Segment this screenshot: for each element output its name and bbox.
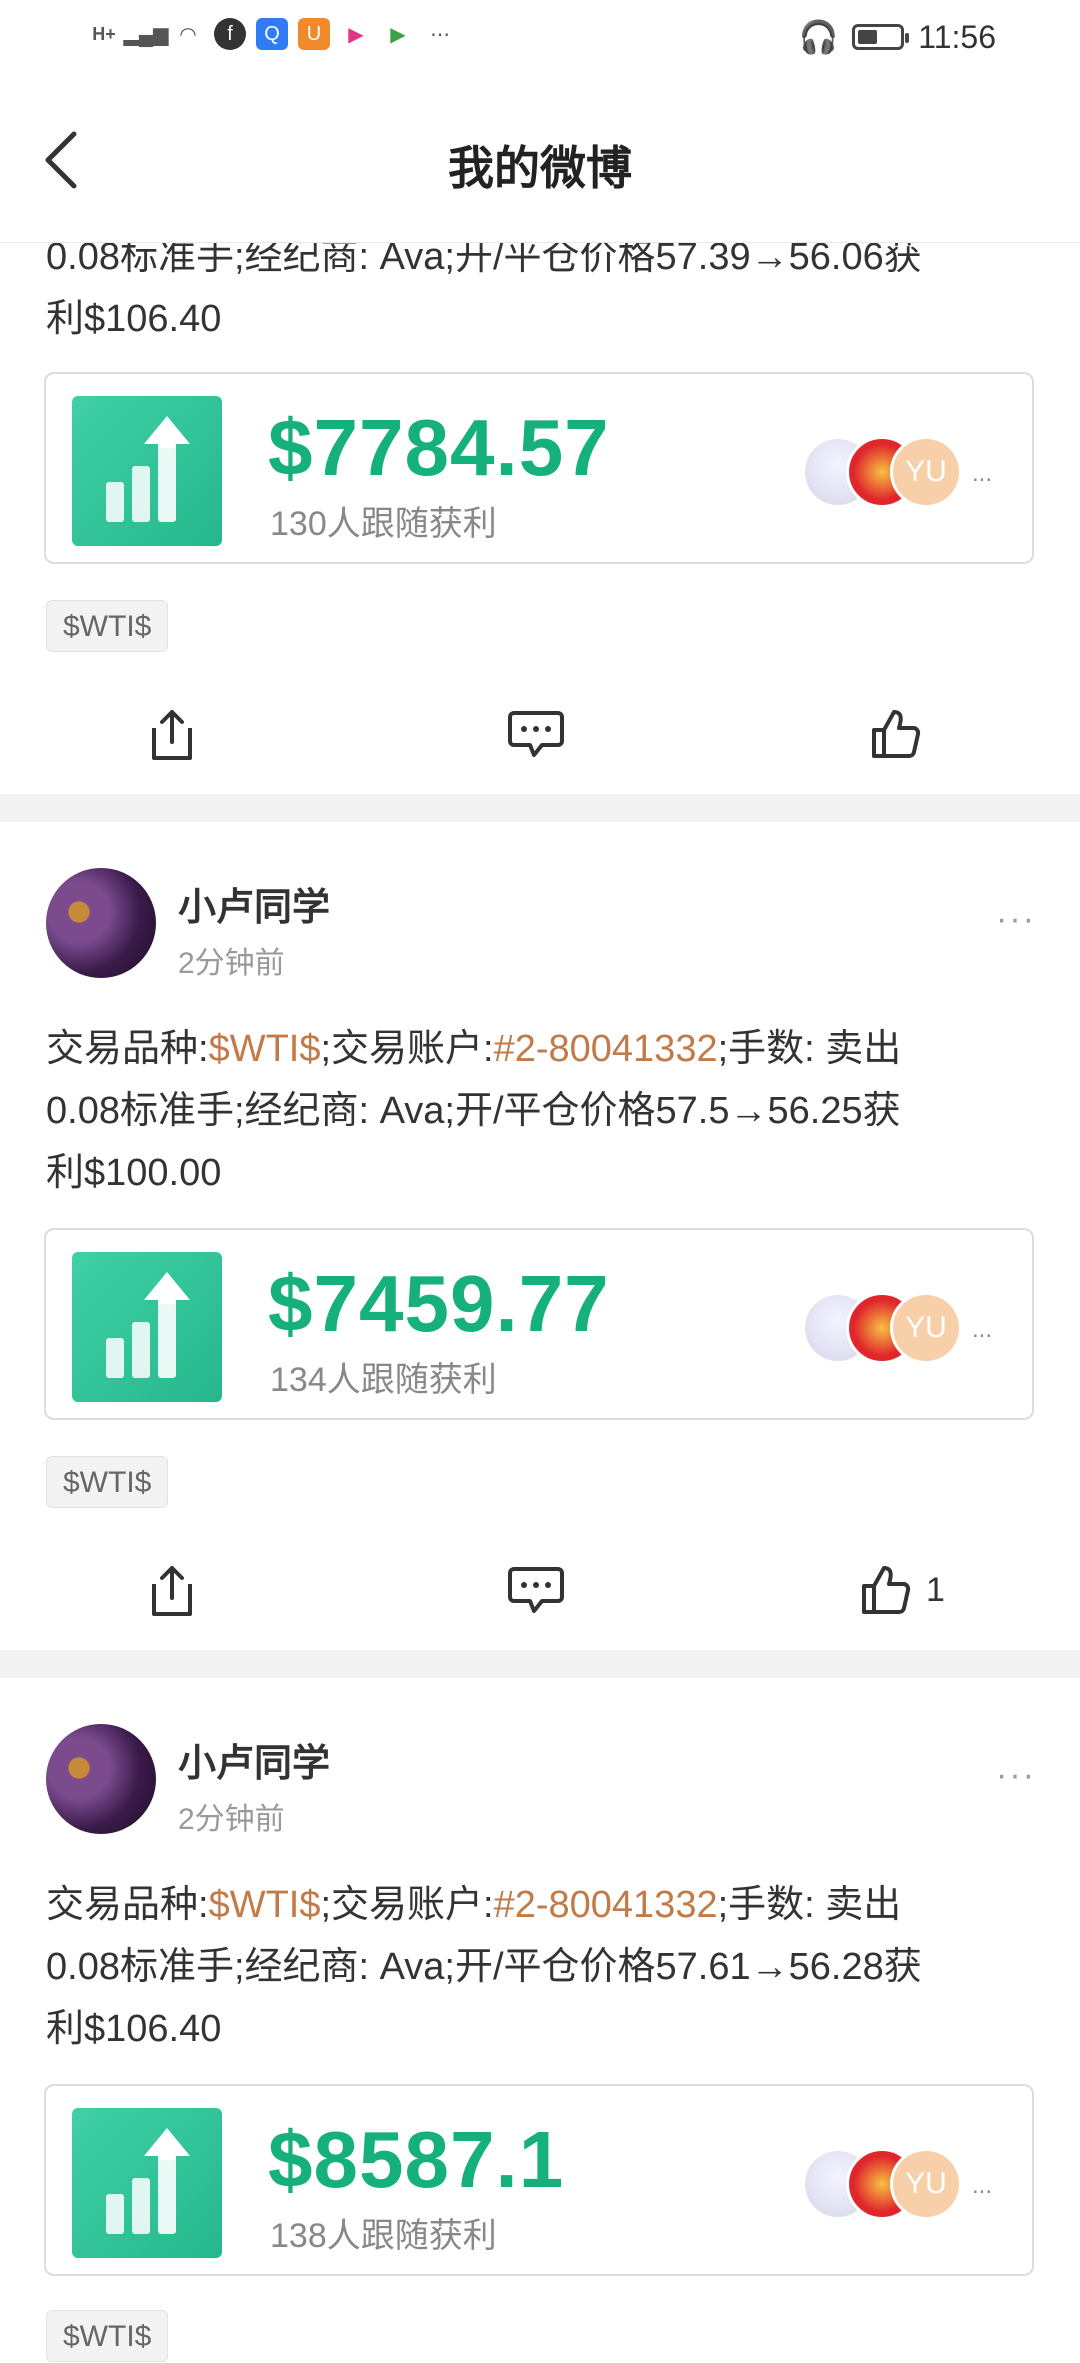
share-icon (152, 710, 192, 760)
comment-button[interactable] (508, 1560, 564, 1620)
post-divider (0, 1650, 1080, 1678)
post-time: 2分钟前 (178, 1803, 285, 1836)
follower-avatars[interactable]: YU (802, 1292, 962, 1364)
battery-icon (852, 24, 910, 50)
follower-avatars[interactable]: YU (802, 2148, 962, 2220)
page-title: 我的微博 (448, 142, 632, 194)
profit-card[interactable]: $8587.1 138人跟随获利 YU ... (44, 2084, 1034, 2276)
like-count: 1 (926, 1570, 945, 1609)
symbol-link[interactable]: $WTI$ (209, 1884, 321, 1926)
comment-icon (508, 711, 564, 757)
topic-tag[interactable]: $WTI$ (46, 1456, 169, 1508)
symbol-link[interactable]: $WTI$ (209, 1028, 321, 1070)
profit-amount: $7459.77 (268, 1259, 610, 1348)
user-name[interactable]: 小卢同学 (178, 876, 330, 931)
app-icon: f (214, 18, 246, 50)
follower-avatars[interactable]: YU (802, 436, 962, 508)
post-text-line: 0.08标准手;经纪商: Ava;开/平仓价格57.61→56.28获 (46, 1946, 922, 1988)
share-button[interactable] (148, 704, 196, 764)
post-text-line: 利$106.40 (46, 298, 222, 340)
wifi-icon: ◠ (179, 23, 197, 46)
avatar: YU (890, 2148, 962, 2220)
more-icon[interactable]: ... (972, 460, 992, 488)
play-icon: ▶ (348, 23, 364, 46)
like-button[interactable]: 1 (860, 1560, 945, 1620)
post-actions: 1 (0, 1540, 1080, 1640)
comment-icon (508, 1567, 564, 1613)
post-text: 0.08标准手;经纪商: Ava;开/平仓价格57.39→56.06获 利$10… (46, 226, 1041, 350)
status-icons-right: 🎧 11:56 (798, 18, 996, 56)
text-segment: 交易品种: (46, 1028, 209, 1070)
chart-up-icon (72, 2108, 222, 2258)
clock: 11:56 (918, 18, 996, 55)
avatar[interactable] (46, 868, 156, 978)
profit-card[interactable]: $7459.77 134人跟随获利 YU ... (44, 1228, 1034, 1420)
text-segment: ;交易账户: (320, 1884, 494, 1926)
like-icon (872, 710, 921, 758)
app-icon: U (298, 18, 330, 50)
avatar: YU (890, 1292, 962, 1364)
post-text-line: 0.08标准手;经纪商: Ava;开/平仓价格57.5→56.25获 (46, 1090, 901, 1132)
more-icon[interactable]: ... (972, 2172, 992, 2200)
post-text: 交易品种:$WTI$;交易账户:#2-80041332;手数: 卖出 0.08标… (46, 1874, 1041, 2060)
text-segment: ;手数: 卖出 (717, 1028, 902, 1070)
account-link[interactable]: #2-80041332 (494, 1884, 718, 1926)
more-icon: ⋯ (430, 23, 450, 46)
video-icon: ▶ (390, 23, 406, 46)
text-segment: ;交易账户: (320, 1028, 494, 1070)
profit-amount: $7784.57 (268, 403, 610, 492)
signal-icon: ▂▄▆ (123, 23, 169, 46)
post-time: 2分钟前 (178, 947, 285, 980)
headset-icon: 🎧 (798, 19, 839, 55)
network-type: H+ (92, 23, 116, 44)
post-more-icon[interactable]: ··· (996, 1756, 1036, 1795)
account-link[interactable]: #2-80041332 (494, 1028, 718, 1070)
post-text-line: 利$100.00 (46, 1152, 222, 1194)
share-button[interactable] (148, 1560, 196, 1620)
follower-count: 134人跟随获利 (270, 1361, 497, 1399)
top-nav: 我的微博 (0, 80, 1080, 243)
share-icon (152, 1566, 192, 1616)
comment-button[interactable] (508, 704, 564, 764)
text-segment: 交易品种: (46, 1884, 209, 1926)
chart-up-icon (72, 1252, 222, 1402)
follower-count: 138人跟随获利 (270, 2217, 497, 2255)
more-icon[interactable]: ... (972, 1316, 992, 1344)
profit-card[interactable]: $7784.57 130人跟随获利 YU ... (44, 372, 1034, 564)
profit-amount: $8587.1 (268, 2115, 565, 2204)
status-bar: H+ ▂▄▆ ◠ f Q U ▶ ▶ ⋯ 🎧 11:56 (0, 0, 1080, 80)
post-text: 交易品种:$WTI$;交易账户:#2-80041332;手数: 卖出 0.08标… (46, 1018, 1041, 1204)
like-icon (862, 1566, 911, 1614)
follower-count: 130人跟随获利 (270, 505, 497, 543)
post-text-line: 交易品种:$WTI$;交易账户:#2-80041332;手数: 卖出 (46, 1018, 1041, 1080)
topic-tag[interactable]: $WTI$ (46, 600, 169, 652)
status-icons-left: H+ ▂▄▆ ◠ f Q U ▶ ▶ ⋯ (88, 18, 456, 50)
post-actions (0, 684, 1080, 784)
post-divider (0, 794, 1080, 822)
user-name[interactable]: 小卢同学 (178, 1732, 330, 1787)
post-more-icon[interactable]: ··· (996, 900, 1036, 939)
post-text-line: 利$106.40 (46, 2008, 222, 2050)
chart-up-icon (72, 396, 222, 546)
topic-tag[interactable]: $WTI$ (46, 2310, 169, 2362)
post-text-line: 交易品种:$WTI$;交易账户:#2-80041332;手数: 卖出 (46, 1874, 1041, 1936)
avatar[interactable] (46, 1724, 156, 1834)
app-icon: Q (256, 18, 288, 50)
avatar: YU (890, 436, 962, 508)
like-button[interactable] (870, 704, 936, 764)
text-segment: ;手数: 卖出 (717, 1884, 902, 1926)
